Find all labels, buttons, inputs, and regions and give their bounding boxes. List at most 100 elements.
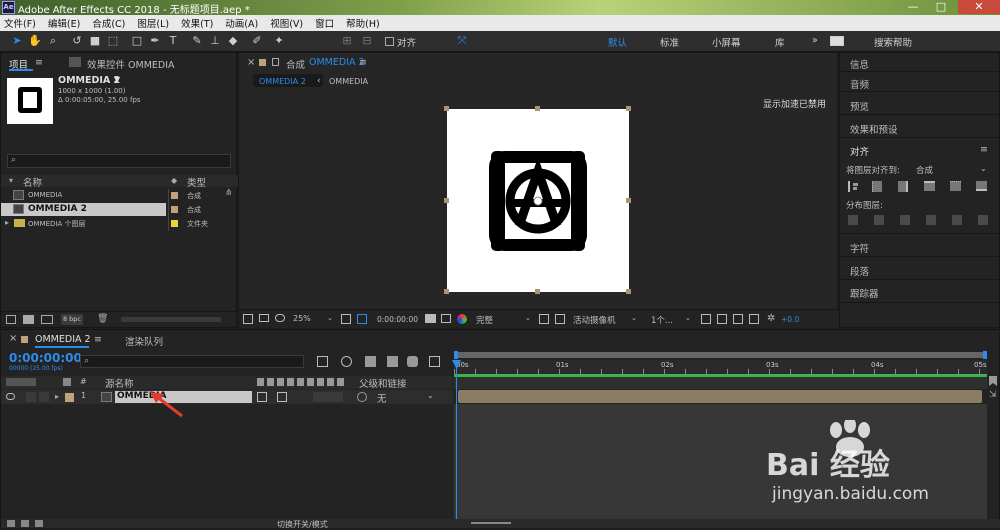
- graph-editor-icon[interactable]: [429, 356, 440, 367]
- menu-effect[interactable]: 效果(T): [181, 16, 213, 30]
- panel-menu-icon[interactable]: ≡: [359, 57, 367, 68]
- panel-paragraph[interactable]: 段落: [850, 264, 869, 278]
- parent-select[interactable]: 无: [377, 391, 387, 405]
- panel-close-icon[interactable]: ×: [9, 333, 17, 344]
- breadcrumb-next[interactable]: OMMEDIA: [329, 77, 368, 86]
- work-area-bar[interactable]: [454, 352, 987, 358]
- current-time-indicator[interactable]: [456, 360, 457, 525]
- transform-handle[interactable]: [535, 106, 540, 111]
- menu-edit[interactable]: 编辑(E): [48, 16, 80, 30]
- expand-arrow-icon[interactable]: ▸: [5, 218, 9, 227]
- bpc-button[interactable]: 8 bpc: [61, 314, 83, 325]
- transform-handle[interactable]: [626, 289, 631, 294]
- visibility-eye-icon[interactable]: [6, 393, 15, 400]
- timeline-search-input[interactable]: ⌕: [80, 355, 304, 368]
- align-right-icon[interactable]: [898, 181, 908, 192]
- render-queue-tab[interactable]: 渲染队列: [125, 334, 163, 348]
- list-item-selected[interactable]: OMMEDIA 2: [1, 203, 166, 216]
- transform-handle[interactable]: [444, 289, 449, 294]
- column-name[interactable]: 名称: [23, 175, 42, 189]
- new-comp-icon[interactable]: [41, 315, 53, 324]
- zoom-slider-icon[interactable]: [989, 376, 997, 386]
- menu-help[interactable]: 帮助(H): [346, 16, 380, 30]
- pan-behind-tool-icon[interactable]: ⬚: [106, 34, 120, 48]
- camera-tool-icon[interactable]: ■: [88, 34, 102, 48]
- align-hcenter-icon[interactable]: [872, 181, 882, 192]
- menu-file[interactable]: 文件(F): [4, 16, 36, 30]
- solo-toggle[interactable]: [26, 392, 36, 402]
- align-checkbox[interactable]: [385, 37, 394, 46]
- quality-switch-icon[interactable]: [277, 392, 287, 402]
- roto-brush-tool-icon[interactable]: ✐: [250, 34, 264, 48]
- puppet-tool-icon[interactable]: ✦: [272, 34, 286, 48]
- current-timecode[interactable]: 0:00:00:00: [9, 351, 82, 365]
- timeline-tab[interactable]: OMMEDIA 2: [35, 334, 91, 345]
- toggle-pixel-aspect-icon[interactable]: [701, 314, 711, 324]
- viewer-timecode[interactable]: 0:00:00:00: [377, 315, 418, 324]
- work-area-start-handle[interactable]: [454, 351, 458, 359]
- lock-icon[interactable]: [272, 58, 279, 66]
- distribute-left-icon[interactable]: [926, 215, 936, 225]
- display-icon[interactable]: [259, 314, 269, 322]
- expand-switches-icon[interactable]: [7, 520, 15, 527]
- align-vcenter-icon[interactable]: [950, 181, 961, 191]
- rotate-tool-icon[interactable]: ↺: [70, 34, 84, 48]
- distribute-hcenter-icon[interactable]: [952, 215, 962, 225]
- resolution-select[interactable]: 完整: [476, 314, 493, 326]
- maximize-button[interactable]: □: [928, 0, 954, 14]
- panel-align[interactable]: 对齐: [850, 144, 869, 158]
- mask-visibility-icon[interactable]: [357, 314, 367, 324]
- zoom-slider[interactable]: [471, 522, 511, 524]
- workspace-small-screen[interactable]: 小屏幕: [712, 35, 741, 49]
- column-source-name[interactable]: 源名称: [105, 376, 134, 390]
- comp-viewer-canvas[interactable]: [444, 106, 631, 294]
- motion-blur-icon[interactable]: [407, 356, 418, 367]
- camera-select[interactable]: 活动摄像机: [573, 314, 616, 326]
- zoom-tool-icon[interactable]: ⌕: [46, 34, 60, 48]
- list-item[interactable]: ▸ OMMEDIA 个图层 文件夹: [1, 217, 223, 230]
- trash-icon[interactable]: 🗑: [97, 314, 108, 324]
- brush-tool-icon[interactable]: ✎: [190, 34, 204, 48]
- safe-margins-icon[interactable]: [341, 314, 351, 324]
- menu-window[interactable]: 窗口: [315, 16, 334, 30]
- distribute-vcenter-icon[interactable]: [874, 215, 884, 225]
- transparency-grid-icon[interactable]: [555, 314, 565, 324]
- distribute-bottom-icon[interactable]: [900, 215, 910, 225]
- frame-blending-icon[interactable]: [387, 356, 398, 367]
- reset-exposure-icon[interactable]: ✲: [767, 313, 775, 324]
- menu-view[interactable]: 视图(V): [270, 16, 303, 30]
- transform-handle[interactable]: [444, 106, 449, 111]
- expand-duration-icon[interactable]: [35, 520, 43, 527]
- align-top-icon[interactable]: [924, 181, 935, 191]
- comp-mini-flowchart-icon[interactable]: [317, 356, 328, 367]
- panel-audio[interactable]: 音频: [850, 77, 869, 91]
- workspace-standard[interactable]: 标准: [660, 35, 679, 49]
- snap-icon[interactable]: ⤧: [455, 34, 469, 48]
- time-ruler[interactable]: 00s 01s 02s 03s 04s 05s: [454, 360, 987, 374]
- transform-handle[interactable]: [444, 198, 449, 203]
- comp-tab-name[interactable]: OMMEDIA 2: [309, 57, 365, 68]
- column-type[interactable]: 类型: [187, 175, 206, 189]
- axis-mode-icon[interactable]: ⊞: [340, 34, 354, 48]
- align-left-icon[interactable]: [848, 181, 858, 192]
- toggle-switches-modes[interactable]: 切换开关/模式: [277, 519, 328, 530]
- panel-effects-presets[interactable]: 效果和预设: [850, 122, 898, 136]
- region-of-interest-icon[interactable]: [539, 314, 549, 324]
- panel-character[interactable]: 字符: [850, 241, 869, 255]
- transform-handle[interactable]: [626, 198, 631, 203]
- fast-previews-icon[interactable]: [717, 314, 727, 324]
- panel-info[interactable]: 信息: [850, 57, 869, 71]
- flowchart-icon[interactable]: ⋔: [225, 188, 233, 198]
- timeline-icon[interactable]: [733, 314, 743, 324]
- snapshot-icon[interactable]: [425, 314, 436, 323]
- clone-stamp-tool-icon[interactable]: ⊥: [208, 34, 222, 48]
- list-item[interactable]: OMMEDIA 合成: [1, 189, 223, 202]
- panel-preview[interactable]: 预览: [850, 99, 869, 113]
- menu-layer[interactable]: 图层(L): [137, 16, 169, 30]
- layer-switches[interactable]: [313, 392, 343, 402]
- distribute-right-icon[interactable]: [978, 215, 988, 225]
- column-parent[interactable]: 父级和链接: [359, 376, 407, 390]
- horizontal-scrollbar[interactable]: [121, 317, 221, 322]
- show-snapshot-icon[interactable]: [441, 314, 451, 323]
- layer-duration-bar[interactable]: [458, 390, 982, 403]
